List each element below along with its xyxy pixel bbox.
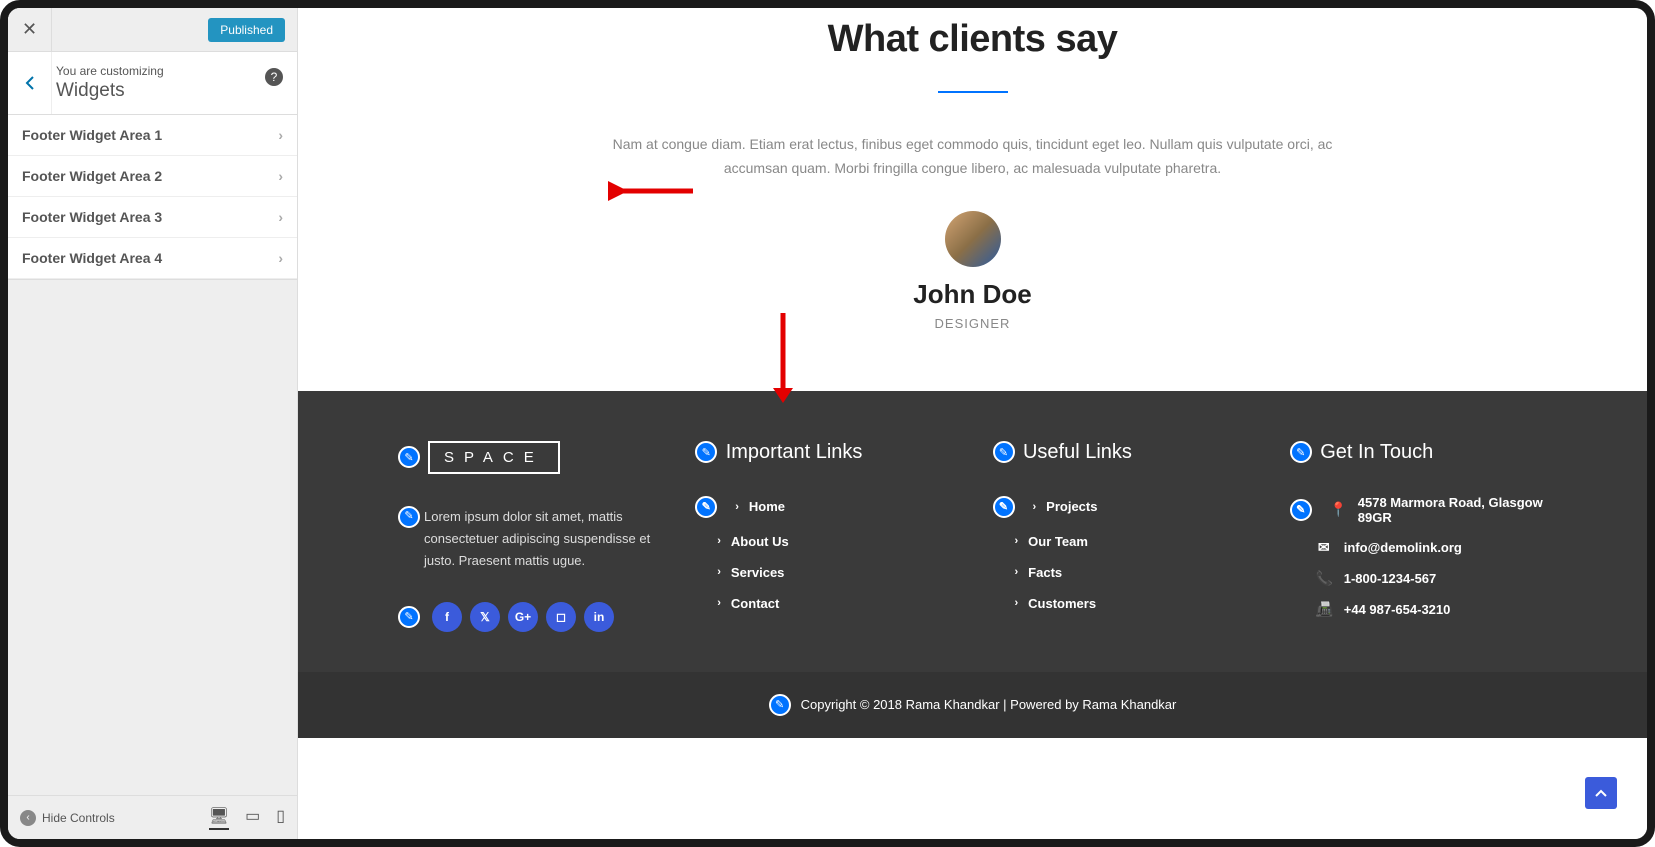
footer-link[interactable]: Contact — [731, 596, 779, 611]
edit-widget-icon[interactable]: ✎ — [398, 446, 420, 468]
edit-widget-icon[interactable]: ✎ — [398, 506, 420, 528]
edit-widget-icon[interactable]: ✎ — [398, 606, 420, 628]
chevron-right-icon: › — [1015, 597, 1019, 609]
footer-link[interactable]: Services — [731, 565, 785, 580]
sidebar-topbar: ✕ Published — [8, 8, 297, 52]
footer-link[interactable]: Our Team — [1028, 534, 1088, 549]
desktop-preview-icon[interactable]: 🖥 — [209, 806, 229, 830]
close-button[interactable]: ✕ — [8, 8, 52, 52]
scroll-to-top-button[interactable] — [1585, 777, 1617, 809]
section-label: Footer Widget Area 2 — [22, 168, 162, 184]
chevron-right-icon: › — [717, 535, 721, 547]
testimonial-avatar — [945, 211, 1001, 267]
copyright-text: Copyright © 2018 Rama Khandkar | Powered… — [801, 697, 1177, 712]
site-preview: What clients say Nam at congue diam. Eti… — [298, 8, 1647, 839]
testimonial-role: DESIGNER — [378, 316, 1567, 331]
edit-widget-icon[interactable]: ✎ — [695, 441, 717, 463]
customizing-label: You are customizing — [56, 64, 164, 78]
footer-col-important-links: ✎ Important Links ✎ › Home › About Us › Serv… — [695, 441, 952, 632]
sidebar-footer: ‹ Hide Controls 🖥 ▭ ▯ — [8, 795, 297, 839]
fax-icon: 📠 — [1316, 601, 1332, 618]
contact-address: 4578 Marmora Road, Glasgow 89GR — [1358, 495, 1547, 525]
edit-widget-icon[interactable]: ✎ — [1290, 499, 1312, 521]
twitter-icon[interactable]: 𝕏 — [470, 602, 500, 632]
chevron-right-icon: › — [278, 168, 283, 184]
testimonial-quote: Nam at congue diam. Etiam erat lectus, f… — [613, 133, 1333, 181]
widget-area-item[interactable]: Footer Widget Area 3 › — [8, 197, 297, 238]
chevron-right-icon: › — [1015, 535, 1019, 547]
widget-area-item[interactable]: Footer Widget Area 1 › — [8, 115, 297, 156]
footer-col-about: ✎ SPACE ✎ Lorem ipsum dolor sit amet, ma… — [398, 441, 655, 632]
contact-phone[interactable]: 1-800-1234-567 — [1344, 571, 1437, 586]
location-icon: 📍 — [1330, 501, 1346, 518]
mail-icon: ✉ — [1316, 539, 1332, 556]
chevron-right-icon: › — [278, 209, 283, 225]
social-links: ✎ f 𝕏 G+ ◻ in — [398, 602, 655, 632]
footer-link[interactable]: Projects — [1046, 499, 1097, 514]
footer-col-title: Important Links — [726, 441, 863, 463]
contact-email[interactable]: info@demolink.org — [1344, 540, 1462, 555]
widget-area-item[interactable]: Footer Widget Area 2 › — [8, 156, 297, 197]
footer-col-useful-links: ✎ Useful Links ✎ › Projects › Our Team › Fac… — [993, 441, 1250, 632]
phone-icon: 📞 — [1316, 570, 1332, 587]
footer-col-title: Get In Touch — [1320, 441, 1433, 463]
collapse-icon: ‹ — [20, 810, 36, 826]
footer-link[interactable]: About Us — [731, 534, 789, 549]
testimonials-heading: What clients say — [378, 18, 1567, 61]
edit-widget-icon[interactable]: ✎ — [769, 694, 791, 716]
hide-controls-label: Hide Controls — [42, 811, 115, 825]
panel-title: Widgets — [56, 80, 164, 102]
footer-col-contact: ✎ Get In Touch ✎ 📍 4578 Marmora Road, Glas… — [1290, 441, 1547, 632]
section-label: Footer Widget Area 4 — [22, 250, 162, 266]
testimonials-section: What clients say Nam at congue diam. Eti… — [298, 8, 1647, 391]
mobile-preview-icon[interactable]: ▯ — [276, 806, 285, 830]
published-status: Published — [208, 18, 285, 42]
hide-controls-button[interactable]: ‹ Hide Controls — [20, 810, 115, 826]
facebook-icon[interactable]: f — [432, 602, 462, 632]
testimonial-name: John Doe — [378, 279, 1567, 310]
chevron-right-icon: › — [735, 501, 739, 513]
widget-area-item[interactable]: Footer Widget Area 4 › — [8, 238, 297, 279]
linkedin-icon[interactable]: in — [584, 602, 614, 632]
footer-link[interactable]: Facts — [1028, 565, 1062, 580]
chevron-up-icon — [1595, 789, 1607, 797]
chevron-right-icon: › — [278, 250, 283, 266]
instagram-icon[interactable]: ◻ — [546, 602, 576, 632]
edit-widget-icon[interactable]: ✎ — [695, 496, 717, 518]
footer-logo: ✎ SPACE — [398, 441, 560, 474]
help-icon[interactable]: ? — [265, 68, 283, 86]
section-label: Footer Widget Area 1 — [22, 127, 162, 143]
tablet-preview-icon[interactable]: ▭ — [245, 806, 260, 830]
chevron-right-icon: › — [278, 127, 283, 143]
footer-link[interactable]: Customers — [1028, 596, 1096, 611]
device-preview-buttons: 🖥 ▭ ▯ — [209, 806, 285, 830]
google-plus-icon[interactable]: G+ — [508, 602, 538, 632]
section-label: Footer Widget Area 3 — [22, 209, 162, 225]
chevron-right-icon: › — [717, 566, 721, 578]
edit-widget-icon[interactable]: ✎ — [993, 441, 1015, 463]
back-button[interactable] — [8, 52, 52, 114]
footer-copyright-bar: ✎ Copyright © 2018 Rama Khandkar | Power… — [298, 672, 1647, 738]
widget-area-list: Footer Widget Area 1 › Footer Widget Are… — [8, 115, 297, 280]
footer-link[interactable]: Home — [749, 499, 785, 514]
chevron-right-icon: › — [1033, 501, 1037, 513]
footer-col-title: Useful Links — [1023, 441, 1132, 463]
customizer-sidebar: ✕ Published You are customizing Widgets … — [8, 8, 298, 839]
chevron-left-icon — [25, 75, 35, 91]
edit-widget-icon[interactable]: ✎ — [1290, 441, 1312, 463]
logo-text: SPACE — [428, 441, 560, 474]
heading-underline — [938, 91, 1008, 93]
contact-fax[interactable]: +44 987-654-3210 — [1344, 602, 1451, 617]
footer-description: Lorem ipsum dolor sit amet, mattis conse… — [424, 506, 655, 572]
chevron-right-icon: › — [717, 597, 721, 609]
site-footer: ✎ SPACE ✎ Lorem ipsum dolor sit amet, ma… — [298, 391, 1647, 672]
edit-widget-icon[interactable]: ✎ — [993, 496, 1015, 518]
panel-header: You are customizing Widgets ? — [8, 52, 297, 115]
chevron-right-icon: › — [1015, 566, 1019, 578]
